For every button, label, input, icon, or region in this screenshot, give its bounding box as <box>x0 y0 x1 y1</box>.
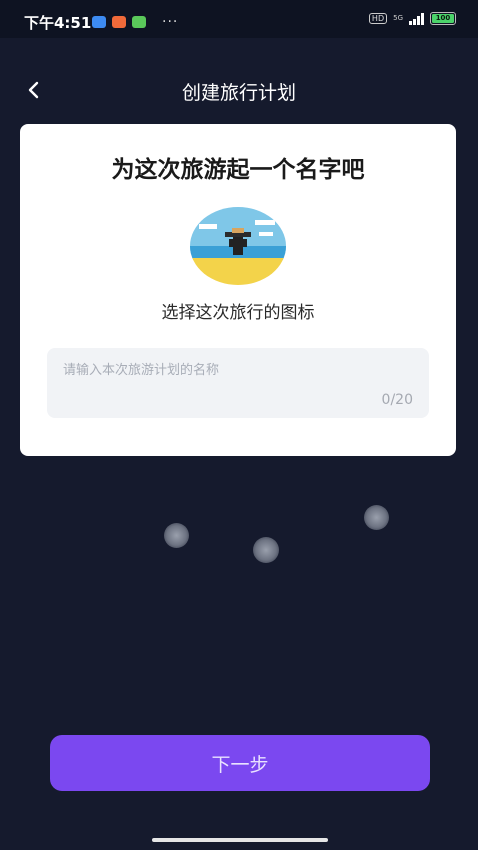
hd-icon: HD <box>368 13 388 24</box>
home-indicator[interactable] <box>152 838 328 842</box>
network-type-label: 5G <box>393 14 403 22</box>
char-count: 0/20 <box>381 392 413 408</box>
card-title: 为这次旅游起一个名字吧 <box>111 157 365 183</box>
status-bar: 下午4:51 ··· HD 5G 100 <box>0 0 478 38</box>
page-title: 创建旅行计划 <box>181 82 296 104</box>
status-more-icon: ··· <box>162 14 179 30</box>
battery-level: 100 <box>435 14 451 22</box>
status-time: 下午4:51 <box>24 14 92 32</box>
status-system-icons: HD 5G 100 <box>368 12 456 25</box>
status-notification-icons: ··· <box>92 14 178 30</box>
trip-name-input[interactable] <box>61 358 415 382</box>
decorative-bubble <box>364 505 389 530</box>
header: 创建旅行计划 <box>0 68 478 112</box>
beach-trip-icon[interactable] <box>189 206 287 286</box>
trip-name-field[interactable]: 0/20 <box>47 348 429 418</box>
notification-orange-icon <box>112 16 126 28</box>
signal-icon <box>409 12 424 25</box>
trip-name-card: 为这次旅游起一个名字吧 选择这次旅行的图标 0/20 <box>20 124 456 456</box>
next-step-button[interactable]: 下一步 <box>50 735 430 791</box>
notification-blue-icon <box>92 16 106 28</box>
decorative-bubble <box>164 523 189 548</box>
decorative-bubble <box>253 537 279 563</box>
notification-green-icon <box>132 16 146 28</box>
battery-icon: 100 <box>430 12 456 25</box>
choose-icon-label[interactable]: 选择这次旅行的图标 <box>20 298 456 323</box>
